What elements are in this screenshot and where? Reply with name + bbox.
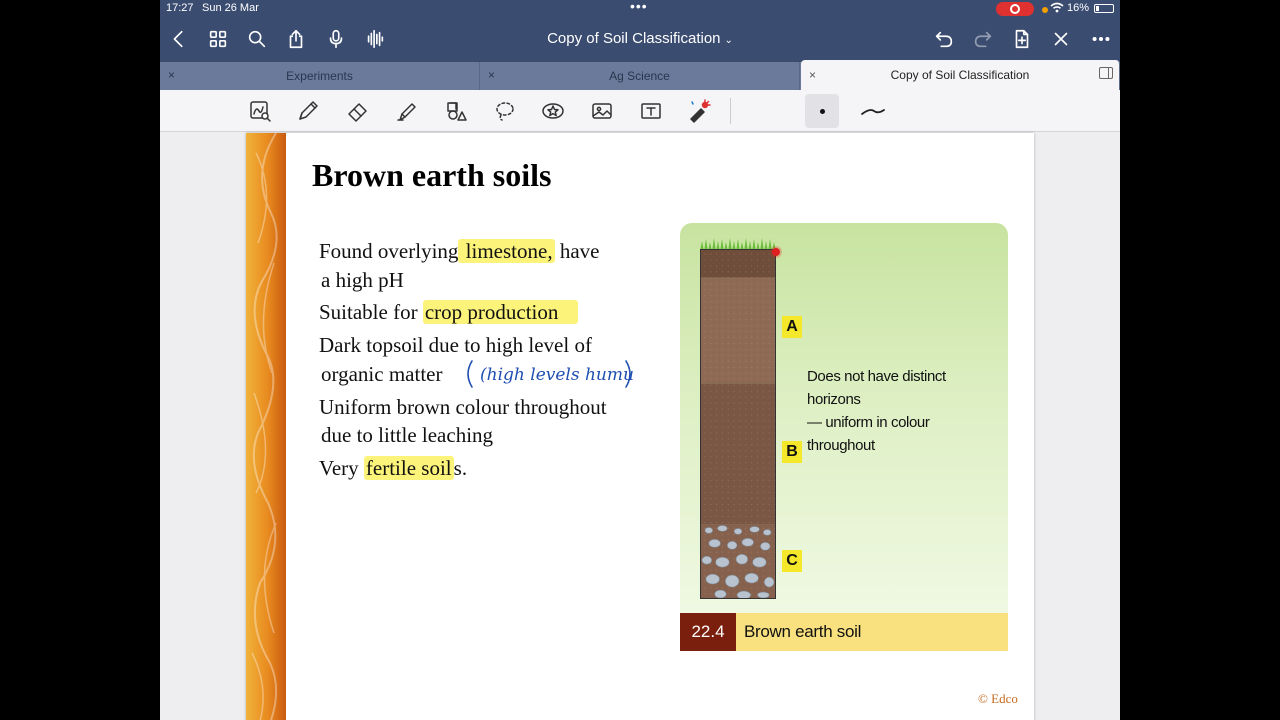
handwritten-note-text: (high levels humus): [480, 365, 634, 385]
close-tab-icon[interactable]: ×: [168, 68, 175, 82]
bullet-text: s.: [453, 456, 468, 480]
figure-caption-bar: 22.4 Brown earth soil: [680, 613, 1008, 651]
sidebar-toggle-icon[interactable]: [1099, 67, 1113, 79]
device-screen: 17:27 Sun 26 Mar ••• 16% Copy of Soil Cl…: [160, 0, 1120, 720]
redo-icon[interactable]: [970, 26, 996, 52]
bullet-text: have: [554, 239, 600, 263]
annotation-toolbar: [160, 90, 1120, 132]
bullet-text: Found overlying: [319, 239, 459, 263]
figure-caption: Brown earth soil: [744, 622, 862, 641]
microphone-indicator-icon: [1042, 7, 1048, 13]
sticker-star-icon[interactable]: [538, 96, 568, 126]
figure-note-line: Does not have distinct horizons: [807, 368, 946, 408]
figure-note: Does not have distinct horizons — unifor…: [807, 365, 997, 457]
tab-ag-science[interactable]: × Ag Science: [480, 62, 800, 90]
multitasking-dots-icon[interactable]: •••: [630, 0, 648, 14]
pen-icon[interactable]: [293, 96, 323, 126]
battery-icon: [1094, 4, 1114, 13]
bullet-dark-topsoil: Dark topsoil due to high level of: [319, 333, 592, 357]
stroke-size-dot-icon[interactable]: [805, 94, 839, 128]
text-box-icon[interactable]: [636, 96, 666, 126]
tab-label[interactable]: Copy of Soil Classification: [891, 68, 1030, 82]
bullet-text: Suitable for: [319, 300, 423, 324]
tab-label[interactable]: Experiments: [286, 69, 353, 83]
horizon-label-a: A: [782, 316, 802, 338]
undo-icon[interactable]: [931, 26, 957, 52]
bullet-fertile-soils: Very fertile soils.: [319, 454, 467, 483]
battery-percent: 16%: [1067, 2, 1090, 14]
handwritten-annotation[interactable]: (high levels humus): [464, 357, 634, 391]
wifi-icon: [1050, 2, 1064, 16]
laser-pointer-dot: [772, 248, 780, 256]
stroke-style-icon[interactable]: [858, 98, 888, 124]
screen-recording-icon[interactable]: [996, 2, 1034, 16]
status-time: 17:27: [166, 2, 194, 14]
leaf-pattern-icon: [251, 133, 278, 720]
eraser-icon[interactable]: [343, 96, 373, 126]
bullet-limestone-line2: a high pH: [321, 268, 404, 292]
toolbar-divider: [730, 98, 731, 124]
decorative-side-strip: [246, 133, 286, 720]
bullet-uniform-colour: Uniform brown colour throughout: [319, 395, 607, 419]
bullet-dark-topsoil-line2: organic matter: [321, 362, 443, 386]
bullet-limestone: Found overlying limestone, have: [319, 237, 599, 266]
bullet-crop-production: Suitable for crop production: [319, 298, 579, 327]
status-date: Sun 26 Mar: [202, 2, 259, 14]
figure-note-line: — uniform in colour throughout: [807, 414, 930, 454]
lasso-icon[interactable]: [490, 96, 520, 126]
add-page-icon[interactable]: [1009, 26, 1035, 52]
highlight-fertile-soil: fertile soil: [363, 456, 454, 480]
figure-number: 22.4: [680, 613, 736, 651]
soil-column-diagram: [700, 249, 776, 599]
bullet-uniform-colour-line2: due to little leaching: [321, 423, 494, 447]
tab-label[interactable]: Ag Science: [609, 69, 670, 83]
close-edit-icon[interactable]: [1048, 26, 1074, 52]
highlight-crop-production: crop production: [422, 300, 579, 324]
highlighter-icon[interactable]: [392, 96, 422, 126]
document-page[interactable]: Brown earth soils Found overlying limest…: [246, 133, 1034, 720]
chevron-down-icon[interactable]: ⌄: [725, 35, 733, 46]
tab-experiments[interactable]: × Experiments: [160, 62, 480, 90]
bullet-text: Very: [319, 456, 364, 480]
slide-title: Brown earth soils: [312, 157, 552, 193]
tab-copy-of-soil-classification[interactable]: × Copy of Soil Classification: [801, 60, 1120, 90]
close-tab-icon[interactable]: ×: [809, 68, 816, 82]
horizon-label-c: C: [782, 550, 802, 572]
document-title-text[interactable]: Copy of Soil Classification: [547, 30, 720, 47]
highlight-limestone: limestone,: [458, 239, 555, 263]
horizon-label-b: B: [782, 441, 802, 463]
laser-pointer-icon[interactable]: [684, 96, 714, 126]
tab-bar: × Experiments × Ag Science × Copy of Soi…: [160, 60, 1120, 90]
close-tab-icon[interactable]: ×: [488, 68, 495, 82]
navigation-bar: 17:27 Sun 26 Mar ••• 16% Copy of Soil Cl…: [160, 0, 1120, 62]
shapes-icon[interactable]: [441, 96, 471, 126]
lasso-zoom-icon[interactable]: [245, 96, 275, 126]
more-options-icon[interactable]: [1088, 26, 1114, 52]
copyright-notice: © Edco: [978, 691, 1018, 706]
soil-profile-figure: A B C Does not have distinct horizons — …: [680, 223, 1008, 651]
image-icon[interactable]: [587, 96, 617, 126]
